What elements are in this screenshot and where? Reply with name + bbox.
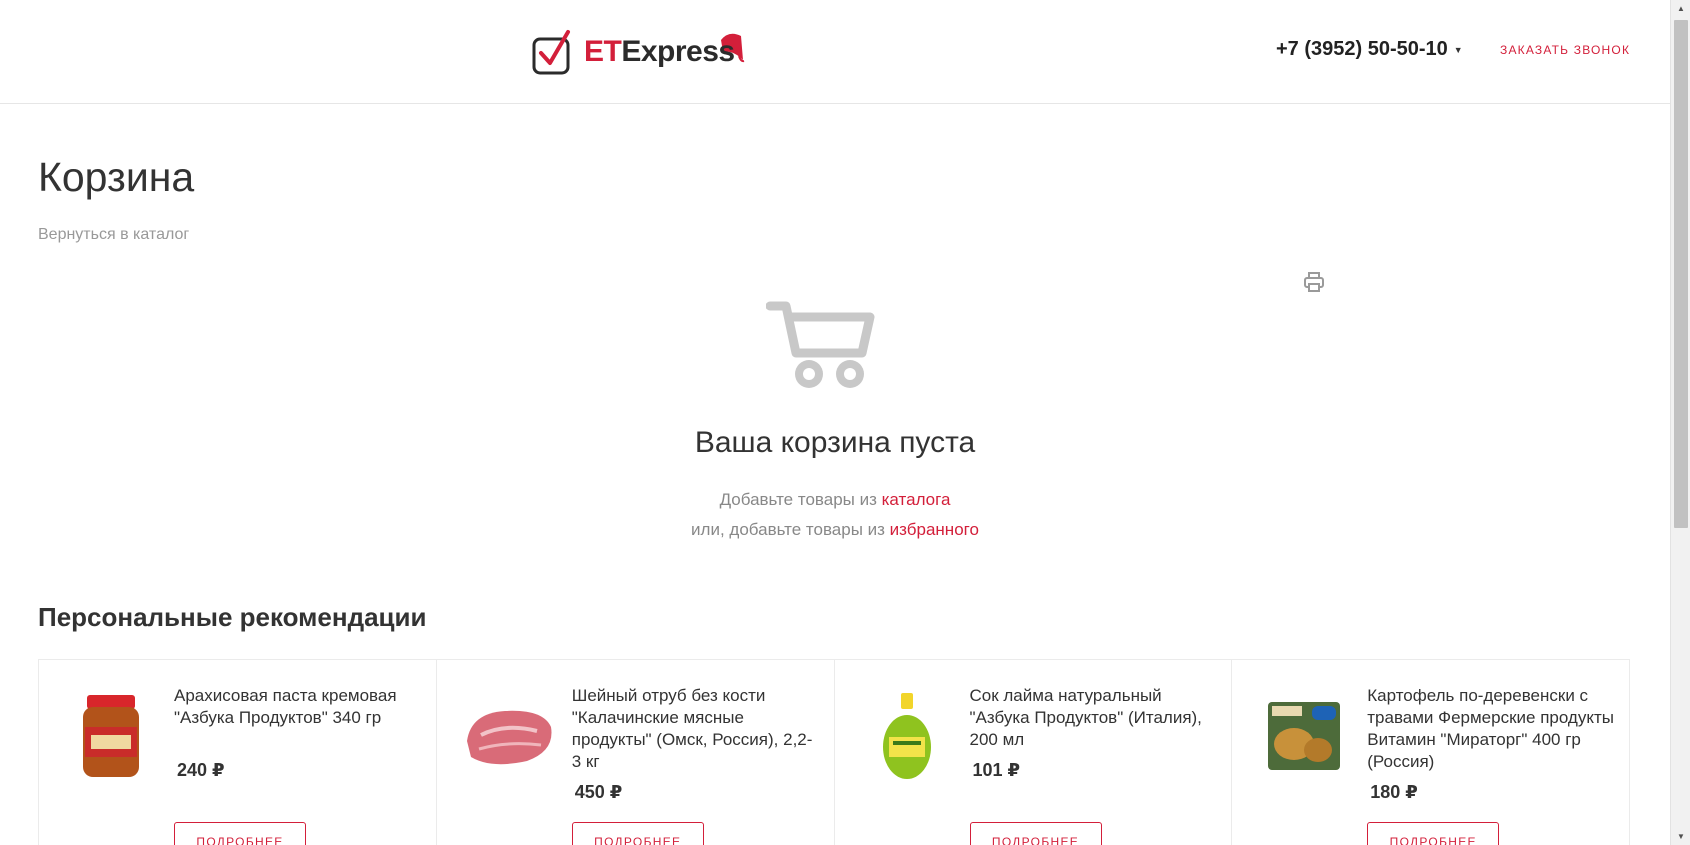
page-scrollbar[interactable]: ▲ ▼	[1670, 0, 1690, 845]
caret-down-icon: ▼	[1453, 44, 1463, 55]
pork-neck-image[interactable]	[461, 688, 557, 784]
lime-juice-image[interactable]	[859, 688, 955, 784]
product-card: Картофель по-деревенски с травами Фермер…	[1232, 660, 1629, 845]
product-card: Сок лайма натуральный "Азбука Продуктов"…	[835, 660, 1233, 845]
product-name[interactable]: Сок лайма натуральный "Азбука Продуктов"…	[970, 685, 1220, 751]
product-name[interactable]: Шейный отруб без кости "Калачинские мясн…	[572, 685, 822, 773]
favorites-link[interactable]: избранного	[890, 520, 979, 539]
phone-dropdown[interactable]: +7 (3952) 50-50-10 ▼	[1276, 38, 1463, 61]
peanut-butter-image[interactable]	[63, 688, 159, 784]
details-button[interactable]: Подробнее	[174, 822, 306, 845]
product-card: Шейный отруб без кости "Калачинские мясн…	[437, 660, 835, 845]
catalog-link[interactable]: каталога	[882, 490, 951, 509]
product-card: Арахисовая паста кремовая "Азбука Продук…	[39, 660, 437, 845]
details-button[interactable]: Подробнее	[1367, 822, 1500, 845]
site-header: ETExpress +7 (3952) 50-50-10 ▼ Заказать …	[0, 0, 1670, 104]
checkbox-logo-icon	[532, 30, 570, 75]
recommendations-title: Персональные рекомендации	[38, 602, 427, 632]
logo-wordmark: ETExpress	[584, 35, 735, 68]
product-price: 180 ₽	[1370, 782, 1418, 802]
product-price: 240 ₽	[177, 760, 225, 780]
empty-cart-hint-favorites: или, добавьте товары из избранного	[691, 520, 979, 539]
empty-cart-hint-catalog: Добавьте товары из каталога	[719, 490, 951, 509]
scrollbar-thumb[interactable]	[1674, 20, 1688, 528]
recommendations-list: Арахисовая паста кремовая "Азбука Продук…	[38, 659, 1630, 845]
scroll-down-arrow-icon[interactable]: ▼	[1671, 828, 1690, 845]
product-name[interactable]: Картофель по-деревенски с травами Фермер…	[1367, 685, 1617, 773]
details-button[interactable]: Подробнее	[969, 822, 1102, 845]
print-icon[interactable]	[1303, 271, 1325, 298]
details-button[interactable]: Подробнее	[571, 822, 704, 845]
page: ETExpress +7 (3952) 50-50-10 ▼ Заказать …	[0, 0, 1690, 845]
product-name[interactable]: Арахисовая паста кремовая "Азбука Продук…	[174, 685, 424, 729]
empty-cart-icon	[765, 297, 876, 396]
empty-cart-title: Ваша корзина пуста	[694, 426, 976, 459]
phone-number: +7 (3952) 50-50-10	[1276, 38, 1448, 60]
site-logo[interactable]: ETExpress	[532, 28, 745, 76]
potato-wedges-image[interactable]	[1256, 688, 1352, 784]
scroll-up-arrow-icon[interactable]: ▲	[1671, 0, 1690, 17]
back-to-catalog-link[interactable]: Вернуться в каталог	[38, 226, 189, 244]
order-callback-link[interactable]: Заказать звонок	[1500, 43, 1630, 57]
product-price: 101 ₽	[972, 760, 1021, 780]
page-title: Корзина	[38, 154, 195, 200]
product-price: 450 ₽	[574, 782, 623, 802]
